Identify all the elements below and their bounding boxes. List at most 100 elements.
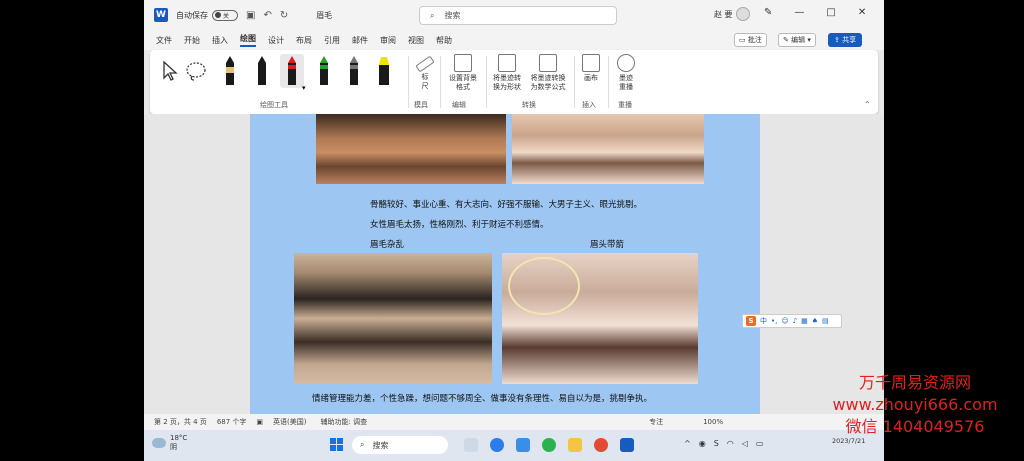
app-red-icon[interactable] (594, 438, 608, 452)
maximize-icon[interactable]: □ (826, 7, 835, 18)
minimize-icon[interactable]: — (794, 7, 804, 18)
canvas-label: 画布 (584, 74, 598, 82)
tab-insert[interactable]: 插入 (212, 35, 228, 46)
pencil-tool-icon[interactable] (218, 54, 242, 88)
pen-red-icon[interactable] (280, 54, 304, 88)
avatar[interactable] (736, 7, 750, 21)
tab-file[interactable]: 文件 (156, 35, 172, 46)
body-text-line-2: 女性眉毛太扬，性格刚烈、利于财运不利感情。 (370, 220, 549, 230)
accessibility-status[interactable]: 辅助功能: 调查 (321, 417, 368, 427)
taskbar-search-label: 搜索 (372, 440, 389, 450)
weather-widget[interactable]: 18°C 阴 (152, 434, 187, 452)
document-name[interactable]: 眉毛 (316, 10, 332, 21)
chevron-up-icon[interactable]: ^ (684, 439, 691, 448)
ime-emoji-icon[interactable]: ☺ (781, 317, 788, 325)
drawing-tools-group-label: 绘图工具 (260, 101, 288, 109)
autosave-label: 自动保存 (176, 10, 208, 20)
tab-draw[interactable]: 绘图 (240, 33, 256, 47)
word-logo-icon: W (154, 8, 168, 22)
ime-tools-icon[interactable]: ▤ (822, 317, 829, 325)
focus-mode[interactable]: 专注 (649, 417, 663, 427)
tab-help[interactable]: 帮助 (436, 35, 452, 46)
pen-gray-icon[interactable] (342, 54, 366, 88)
tab-home[interactable]: 开始 (184, 35, 200, 46)
pen-mode-icon[interactable]: ✎ (764, 7, 772, 18)
search-input[interactable]: ⌕ 搜索 (419, 6, 617, 25)
tray-app-icon[interactable]: ◉ (699, 439, 706, 448)
ink-to-math-label: 将墨迹转换为数学公式 (530, 74, 566, 91)
document-canvas: 骨骼较好、事业心重、有大志向、好强不服输、大男子主义、眼光挑剔。 女性眉毛太扬，… (144, 114, 884, 414)
system-tray: ^ ◉ S ◠ ◁ ▭ (684, 439, 763, 448)
file-explorer-icon[interactable] (568, 438, 582, 452)
proofing-icon[interactable]: ▣ (256, 418, 263, 426)
ink-to-shape-button[interactable]: 将墨迹转换为形状 (490, 54, 524, 92)
tab-mailings[interactable]: 邮件 (352, 35, 368, 46)
pen-black-icon[interactable] (250, 54, 274, 88)
female-eyes-photo (512, 114, 704, 184)
ime-keyboard-icon[interactable]: ▦ (801, 317, 808, 325)
ime-chinese-icon[interactable]: 中 (760, 316, 767, 326)
ime-mic-icon[interactable]: ♪ (793, 317, 797, 325)
ime-toolbar[interactable]: S 中 •, ☺ ♪ ▦ ♠ ▤ (742, 314, 842, 328)
tab-review[interactable]: 审阅 (380, 35, 396, 46)
zoom-level[interactable]: 100% (703, 418, 723, 426)
clock[interactable]: 2023/7/21 (832, 437, 865, 446)
select-arrow-icon[interactable] (158, 54, 182, 88)
edit-button[interactable]: ✎ 编辑 ▾ (778, 33, 816, 47)
tab-view[interactable]: 视图 (408, 35, 424, 46)
volume-icon[interactable]: ◁ (742, 439, 748, 448)
wifi-icon[interactable]: ◠ (727, 439, 734, 448)
male-eyes-photo (316, 114, 506, 184)
ink-replay-button[interactable]: 墨迹重播 (616, 54, 636, 92)
word-count[interactable]: 687 个字 (217, 417, 247, 427)
taskbar-search[interactable]: ⌕ 搜索 (352, 436, 448, 454)
pen-options-chevron-icon[interactable]: ▾ (302, 84, 306, 92)
weather-text: 阴 (170, 443, 177, 451)
word-taskbar-icon[interactable] (620, 438, 634, 452)
page-count[interactable]: 第 2 页，共 4 页 (154, 417, 207, 427)
stencils-group-label: 模具 (414, 101, 428, 109)
document-page[interactable]: 骨骼较好、事业心重、有大志向、好强不服输、大男子主义、眼光挑剔。 女性眉毛太扬，… (250, 114, 760, 414)
redo-icon[interactable]: ↻ (280, 10, 288, 21)
title-bar: W 自动保存 关 ▣ ↶ ↻ 眉毛 ⌕ 搜索 赵 要 ✎ — □ ✕ (144, 0, 884, 30)
background-format-icon (454, 54, 472, 72)
status-bar: 第 2 页，共 4 页 687 个字 ▣ 英语(美国) 辅助功能: 调查 专注 … (144, 414, 884, 430)
lasso-select-icon[interactable] (184, 54, 208, 88)
background-format-button[interactable]: 设置背景格式 (446, 54, 480, 92)
body-text-line-3: 情绪管理能力差，个性急躁，想问题不够周全、做事没有条理性、易自以为是，挑剔争执。 (312, 394, 653, 404)
pen-green-icon[interactable] (312, 54, 336, 88)
comment-icon: ▭ (739, 36, 748, 44)
undo-icon[interactable]: ↶ (263, 10, 271, 21)
tab-references[interactable]: 引用 (324, 35, 340, 46)
ime-punct-icon[interactable]: •, (771, 317, 777, 325)
wechat-icon[interactable] (542, 438, 556, 452)
menu-bar: 文件 开始 插入 绘图 设计 布局 引用 邮件 审阅 视图 帮助 ▭ 批注 ✎ … (144, 30, 884, 50)
ribbon-separator (608, 56, 609, 108)
user-name[interactable]: 赵 要 (714, 9, 733, 20)
highlighter-yellow-icon[interactable] (372, 54, 396, 88)
word-window: W 自动保存 关 ▣ ↶ ↻ 眉毛 ⌕ 搜索 赵 要 ✎ — □ ✕ 文件 开始… (144, 0, 884, 461)
battery-icon[interactable]: ▭ (756, 439, 764, 448)
ribbon-separator (440, 56, 441, 108)
edge-icon[interactable] (490, 438, 504, 452)
body-text-line-1: 骨骼较好、事业心重、有大志向、好强不服输、大男子主义、眼光挑剔。 (370, 200, 643, 210)
caption-messy-brows: 眉毛杂乱 (370, 240, 405, 250)
ime-tray-icon[interactable]: S (714, 439, 719, 448)
ruler-button[interactable]: 标尺 (415, 54, 435, 91)
taskview-icon[interactable] (464, 438, 478, 452)
store-icon[interactable] (516, 438, 530, 452)
autosave-toggle[interactable]: 关 (212, 9, 238, 21)
tab-design[interactable]: 设计 (268, 35, 284, 46)
save-icon[interactable]: ▣ (246, 10, 255, 21)
close-icon[interactable]: ✕ (858, 7, 866, 18)
collapse-ribbon-icon[interactable]: ⌃ (864, 100, 871, 109)
convert-group-label: 转换 (522, 101, 536, 109)
share-button[interactable]: ⇪ 共享 (828, 33, 863, 47)
ink-to-math-button[interactable]: 将墨迹转换为数学公式 (528, 54, 568, 92)
windows-start-icon[interactable] (330, 438, 343, 451)
language[interactable]: 英语(美国) (273, 417, 306, 427)
tab-layout[interactable]: 布局 (296, 35, 312, 46)
ime-skin-icon[interactable]: ♠ (812, 317, 818, 325)
canvas-button[interactable]: 画布 (582, 54, 600, 83)
comment-button[interactable]: ▭ 批注 (734, 33, 767, 47)
